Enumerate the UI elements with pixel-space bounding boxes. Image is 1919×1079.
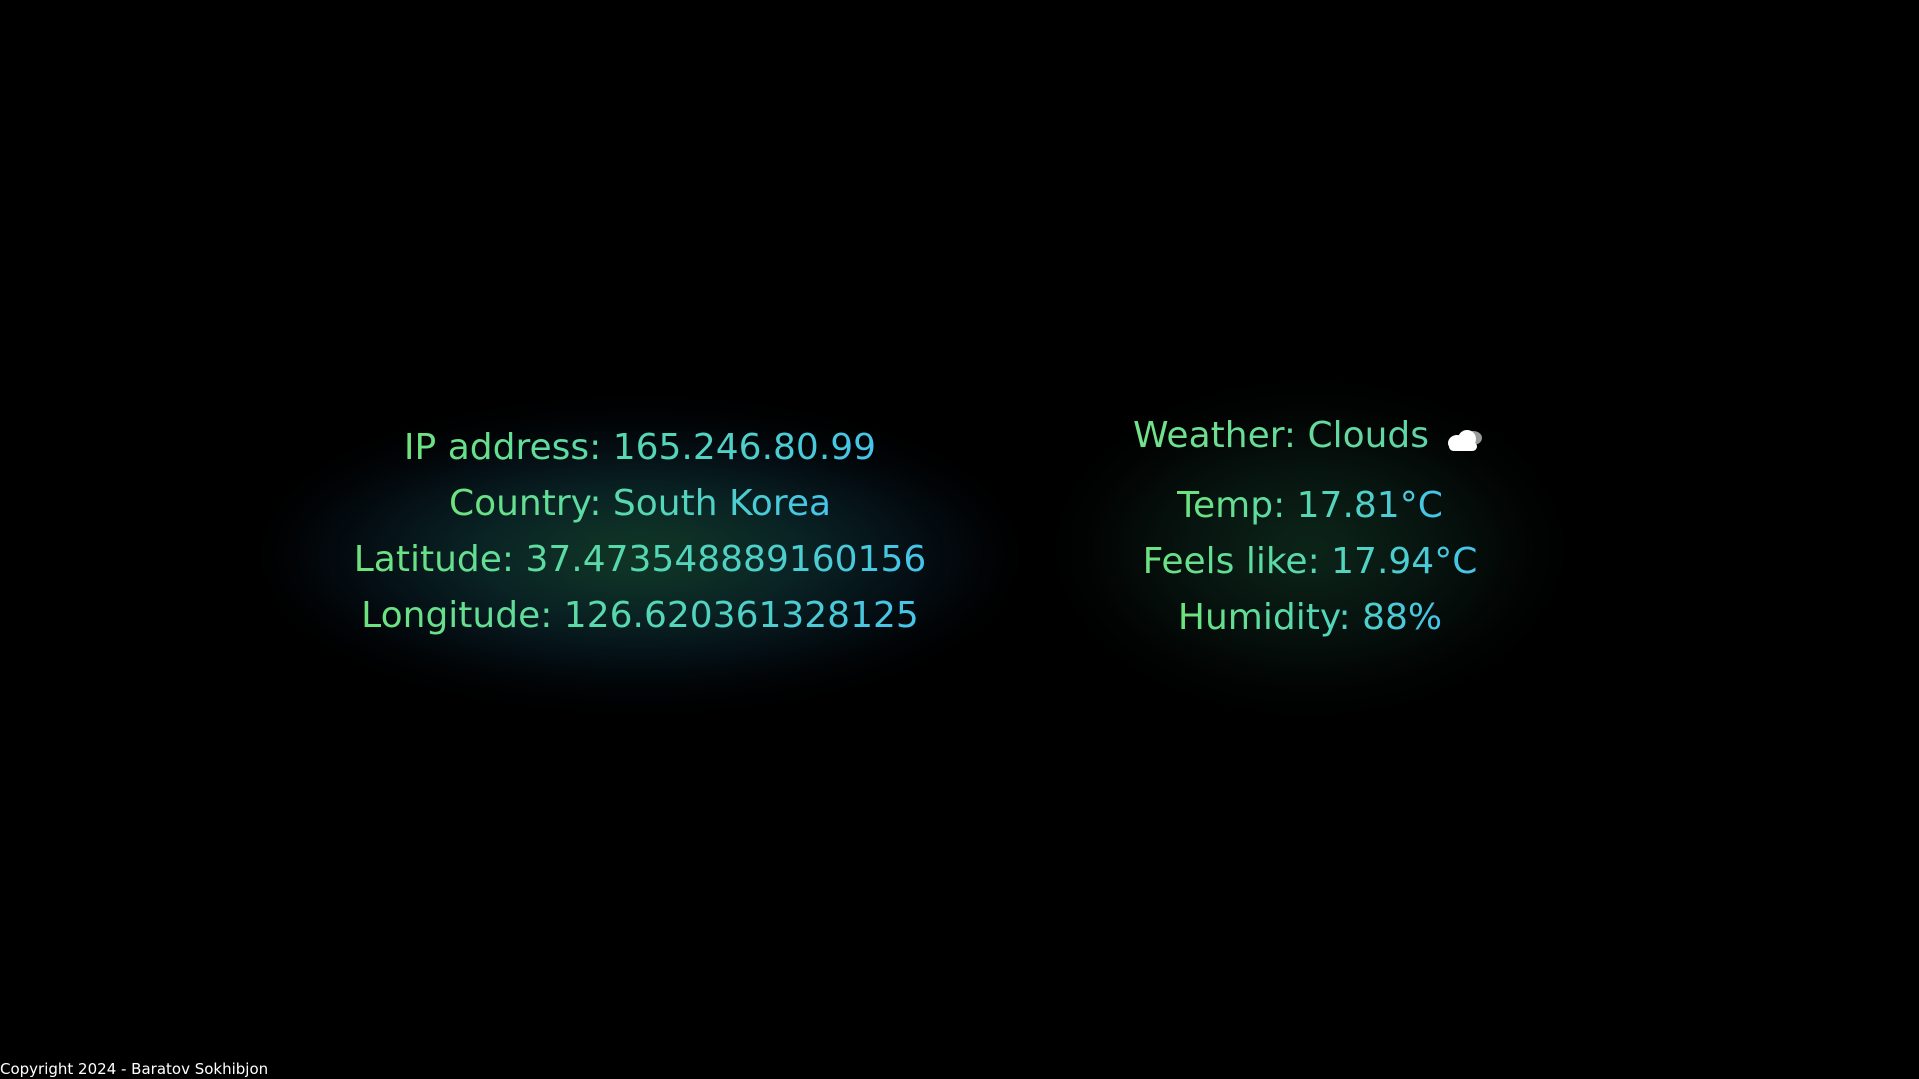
ip-address-text: IP address: 165.246.80.99 (404, 420, 876, 476)
copyright-footer: Copyright 2024 - Baratov Sokhibjon (0, 1060, 269, 1078)
latitude-text: Latitude: 37.473548889160156 (354, 532, 927, 588)
cloud-icon (1443, 427, 1487, 453)
weather-panel: Weather: Clouds Temp: 17.81°C Feels like… (1060, 398, 1560, 698)
temp-text: Temp: 17.81°C (1177, 478, 1443, 534)
humidity-text: Humidity: 88% (1178, 590, 1442, 646)
ip-info-lines: IP address: 165.246.80.99 Country: South… (300, 420, 980, 644)
feels-like-text: Feels like: 17.94°C (1143, 534, 1478, 590)
longitude-text: Longitude: 126.620361328125 (361, 588, 919, 644)
weather-title-row: Weather: Clouds (1060, 408, 1560, 464)
page: IP address: 165.246.80.99 Country: South… (0, 0, 1919, 1079)
country-text: Country: South Korea (449, 476, 831, 532)
weather-info-lines: Weather: Clouds Temp: 17.81°C Feels like… (1060, 408, 1560, 646)
ip-info-panel: IP address: 165.246.80.99 Country: South… (280, 420, 1000, 690)
weather-title: Weather: Clouds (1133, 408, 1429, 464)
